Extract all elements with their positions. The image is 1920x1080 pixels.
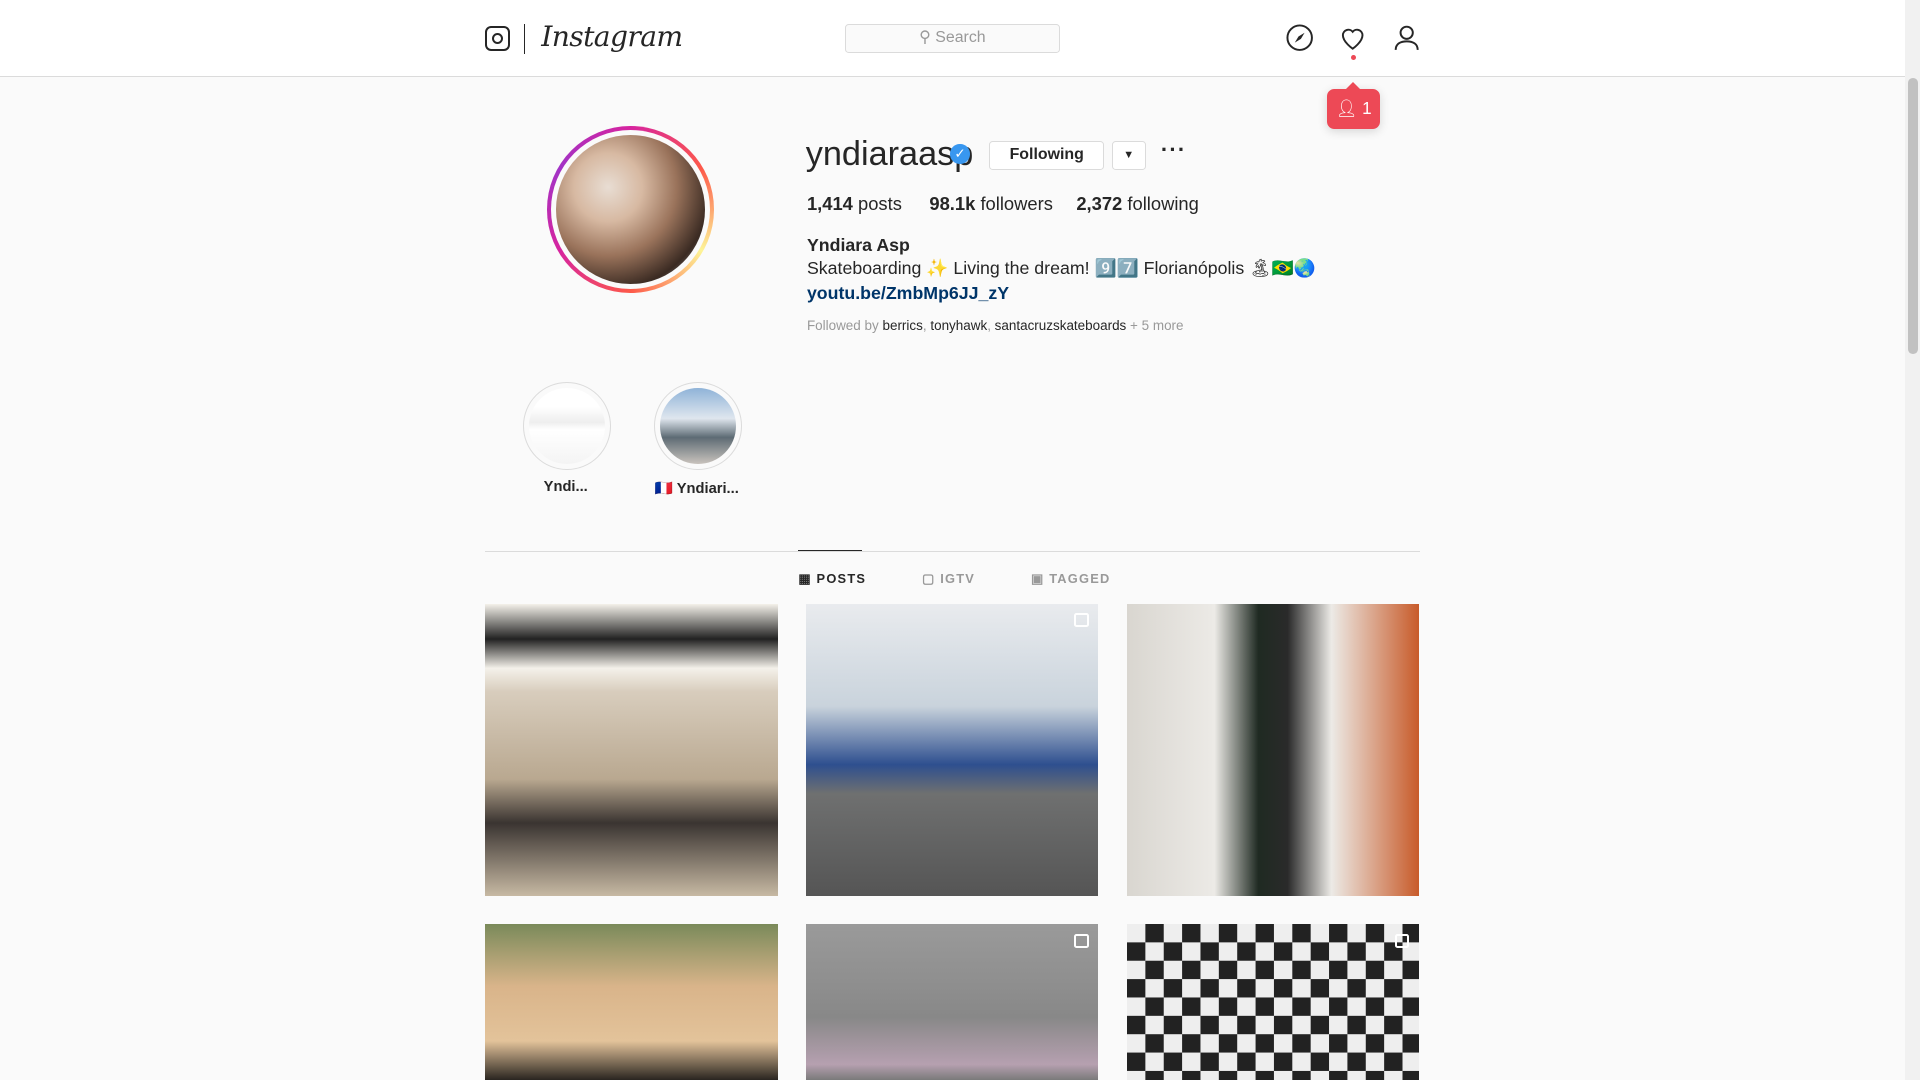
followers-label: followers (980, 193, 1053, 215)
followed-by-more[interactable]: + 5 more (1130, 318, 1183, 333)
compass-icon[interactable] (1285, 23, 1314, 52)
username: yndiaraasp (805, 134, 974, 173)
post-thumbnail[interactable] (1126, 924, 1420, 1080)
followed-by-prefix: Followed by (806, 318, 879, 334)
post-thumbnail[interactable] (484, 603, 778, 897)
post-thumbnail[interactable] (805, 924, 1099, 1080)
top-nav-bar: Instagram ⚲ Search (0, 0, 1906, 77)
igtv-icon: ▢ (922, 570, 936, 586)
scrollbar-thumb[interactable] (1907, 78, 1918, 354)
search-icon: ⚲ (919, 29, 931, 47)
followers-link[interactable]: 98.1k followers (929, 193, 1053, 215)
instagram-wordmark[interactable]: Instagram (541, 20, 683, 53)
active-tab-indicator (798, 549, 863, 552)
following-link[interactable]: 2,372 following (1076, 193, 1199, 215)
more-options-icon[interactable]: ··· (1161, 137, 1187, 163)
igtv-video-icon (1073, 613, 1089, 627)
tagged-icon: ▣ (1031, 570, 1045, 586)
follower-link[interactable]: santacruzskateboards (995, 318, 1127, 333)
notification-count: 1 (1362, 98, 1372, 119)
search-input[interactable]: ⚲ Search (844, 24, 1060, 54)
carousel-icon (1394, 934, 1410, 948)
highlight-cover (659, 387, 736, 464)
tab-label: POSTS (816, 570, 867, 586)
follower-link[interactable]: berrics (882, 318, 922, 333)
highlight-label: Yndi... (543, 478, 588, 495)
grid-icon: ▦ (798, 570, 812, 586)
story-highlight[interactable] (522, 382, 611, 470)
follower-link[interactable]: tonyhawk (930, 318, 987, 333)
activity-notification-tooltip[interactable]: 👤︎ 1 (1327, 82, 1380, 129)
person-icon: 👤︎ (1335, 98, 1358, 119)
tab-label: IGTV (940, 570, 976, 586)
post-thumbnail[interactable] (1126, 603, 1420, 897)
tab-tagged[interactable]: ▣ TAGGED (1031, 571, 1111, 587)
followed-by: Followed by berrics, tonyhawk, santacruz… (806, 318, 1184, 334)
highlight-cover (528, 387, 605, 464)
full-name: Yndiara Asp (806, 235, 910, 256)
dropdown-chevron-button[interactable]: ▼ (1111, 140, 1146, 170)
posts-label: posts (858, 193, 902, 215)
tab-posts[interactable]: ▦ POSTS (798, 571, 866, 587)
instagram-profile-page: Instagram ⚲ Search 👤︎ 1 yndiaraasp ✓ Fol… (0, 0, 1920, 1080)
post-thumbnail[interactable] (484, 924, 778, 1080)
followers-value: 98.1k (929, 193, 976, 215)
following-label: following (1127, 193, 1199, 215)
heart-icon[interactable] (1338, 23, 1367, 52)
user-profile-icon[interactable] (1392, 23, 1421, 52)
instagram-camera-icon[interactable] (484, 25, 510, 51)
posts-value: 1,414 (806, 193, 853, 215)
tab-igtv[interactable]: ▢ IGTV (922, 571, 975, 587)
tabs-divider (484, 551, 1421, 553)
tab-label: TAGGED (1049, 570, 1111, 586)
posts-count: 1,414 posts (807, 193, 902, 215)
avatar-image (555, 134, 706, 285)
following-value: 2,372 (1076, 193, 1123, 215)
page-scrollbar[interactable] (1905, 0, 1920, 1080)
bio-text: Skateboarding ✨ Living the dream! 9️⃣7️⃣… (806, 258, 1316, 279)
logo-divider (524, 24, 526, 54)
story-highlight[interactable] (653, 382, 742, 470)
following-button[interactable]: Following (989, 140, 1105, 170)
highlight-label: 🇫🇷 Yndiari... (654, 480, 739, 497)
avatar-border (551, 129, 711, 289)
verified-badge-icon: ✓ (950, 144, 970, 165)
bio-link[interactable]: youtu.be/ZmbMp6JJ_zY (807, 283, 1009, 304)
post-thumbnail[interactable] (805, 603, 1099, 897)
carousel-icon (1073, 934, 1089, 948)
profile-avatar[interactable] (547, 126, 714, 293)
search-placeholder: Search (935, 29, 986, 47)
activity-dot (1350, 55, 1356, 60)
